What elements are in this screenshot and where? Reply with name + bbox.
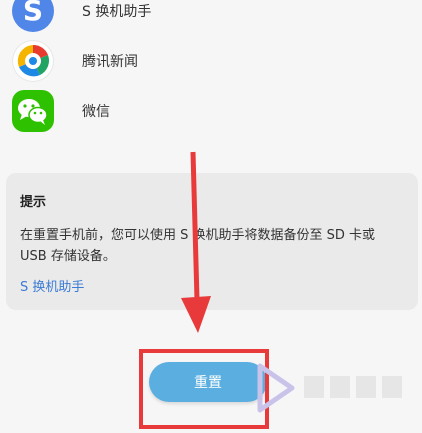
s-switch-icon: S <box>12 0 54 32</box>
app-label: 微信 <box>82 104 110 120</box>
app-row-wechat[interactable]: 微信 <box>12 88 412 134</box>
app-label: S 换机助手 <box>82 4 152 20</box>
app-row-s-switch[interactable]: S S 换机助手 <box>12 0 412 34</box>
wechat-icon <box>12 90 54 132</box>
highlight-box <box>139 349 269 429</box>
app-label: 腾讯新闻 <box>82 54 138 70</box>
watermark-logo <box>257 363 402 413</box>
tip-card: 提示 在重置手机前，您可以使用 S 换机助手将数据备份至 SD 卡或 USB 存… <box>6 173 418 310</box>
app-row-tencent-news[interactable]: 腾讯新闻 <box>12 38 412 84</box>
tip-body: 在重置手机前，您可以使用 S 换机助手将数据备份至 SD 卡或 USB 存储设备… <box>20 228 376 264</box>
tip-title: 提示 <box>20 195 47 210</box>
s-switch-link[interactable]: S 换机助手 <box>20 276 84 295</box>
tencent-news-icon <box>12 40 54 82</box>
